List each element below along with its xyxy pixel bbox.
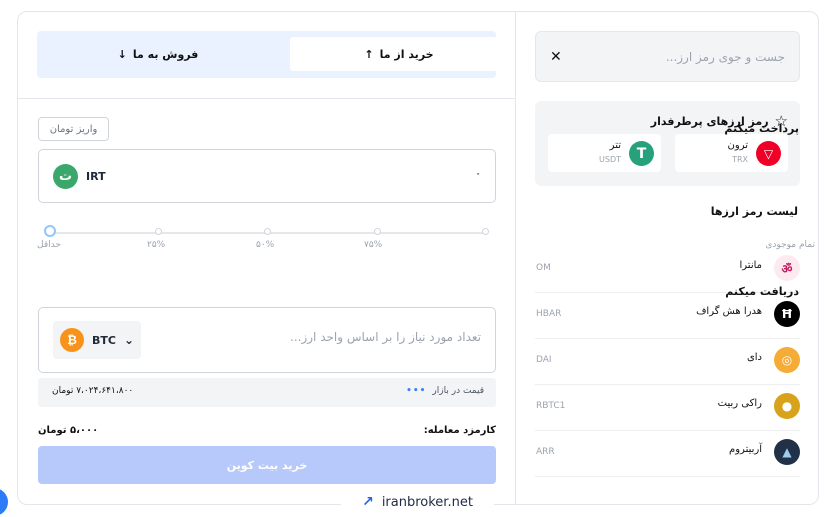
slider-handle[interactable] bbox=[44, 225, 56, 237]
arrow-down-icon: ↓ bbox=[117, 47, 127, 61]
arbitrum-icon: ▲ bbox=[774, 439, 800, 465]
search-input[interactable] bbox=[585, 49, 785, 64]
receive-amount-field[interactable]: تعداد مورد نیاز را بر اساس واحد ارز... ₿… bbox=[38, 307, 496, 373]
tether-icon: T bbox=[629, 141, 654, 166]
slider-step[interactable] bbox=[482, 228, 489, 235]
buy-bitcoin-button[interactable]: خرید بیت کوین bbox=[38, 446, 496, 484]
watermark: ↗ iranbroker.net bbox=[341, 487, 494, 517]
bitcoin-icon: ₿ bbox=[59, 328, 84, 352]
receive-label: دریافت میکنم bbox=[725, 285, 799, 298]
fee-value: ۵،۰۰۰ تومان bbox=[38, 425, 99, 436]
slider-label-50: ۵۰% bbox=[256, 240, 275, 250]
coin-list-item[interactable]: ▲ آربیتروم ARR bbox=[535, 431, 800, 477]
coin-name: ترون bbox=[727, 140, 748, 151]
coin-name: راکی ربیت bbox=[717, 398, 762, 409]
more-icon: ••• bbox=[406, 386, 427, 396]
coin-list-item[interactable]: Ħ هدرا هش گراف HBAR bbox=[535, 293, 800, 339]
coin-name: مانترا bbox=[739, 260, 763, 271]
market-price-value: ۷،۰۲۴،۶۴۱،۸۰۰ تومان bbox=[52, 386, 134, 396]
chevron-down-icon: ⌄ bbox=[123, 333, 135, 347]
tab-buy-label: خرید از ما bbox=[379, 47, 434, 61]
pay-label: پرداخت میکنم bbox=[724, 122, 799, 135]
search-box[interactable]: ✕ bbox=[535, 31, 800, 82]
horizontal-divider bbox=[18, 98, 515, 99]
tab-sell-label: فروش به ما bbox=[132, 47, 199, 61]
coin-list-item[interactable]: ● راکی ربیت RBTC1 bbox=[535, 385, 800, 431]
slider-label-75: ۷۵% bbox=[364, 240, 383, 250]
exchange-card: ✕ ☆ رمز ارزهای پرطرفدار ▽ ترون TRX T تتر… bbox=[17, 11, 819, 505]
coin-symbol: USDT bbox=[599, 155, 621, 164]
slider-step[interactable] bbox=[155, 228, 162, 235]
tab-sell[interactable]: فروش به ما ↓ bbox=[49, 37, 267, 71]
receive-currency-code: BTC bbox=[91, 333, 116, 347]
currency-select[interactable]: ₿ BTC ⌄ bbox=[53, 321, 141, 359]
slider-label-all: تمام موجودی bbox=[765, 240, 815, 250]
popular-item-tether[interactable]: T تتر USDT bbox=[548, 134, 661, 172]
support-chat-button[interactable] bbox=[0, 488, 8, 516]
slider-step[interactable] bbox=[264, 228, 271, 235]
coin-name: دای bbox=[746, 352, 762, 363]
pay-amount-value: ۰ bbox=[475, 167, 481, 180]
pay-currency: ت IRT bbox=[53, 164, 106, 189]
hedera-icon: Ħ bbox=[774, 301, 800, 327]
receive-placeholder: تعداد مورد نیاز را بر اساس واحد ارز... bbox=[290, 330, 481, 344]
slider-step[interactable] bbox=[374, 228, 381, 235]
popular-coins: ☆ رمز ارزهای پرطرفدار ▽ ترون TRX T تتر U… bbox=[535, 101, 800, 186]
coin-list-item[interactable]: ◎ دای DAI bbox=[535, 339, 800, 385]
coin-symbol: OM bbox=[536, 263, 551, 273]
close-icon[interactable]: ✕ bbox=[550, 49, 562, 65]
trend-icon: ↗ bbox=[362, 494, 374, 510]
trade-tabs: خرید از ما ↑ فروش به ما ↓ bbox=[37, 31, 508, 78]
pay-currency-code: IRT bbox=[86, 170, 106, 183]
dai-icon: ◎ bbox=[774, 347, 800, 373]
market-price-label: قیمت در بازار ••• bbox=[406, 386, 484, 396]
coin-list-title: لیست رمز ارزها bbox=[710, 205, 798, 218]
market-price-label-text: قیمت در بازار bbox=[432, 386, 484, 396]
slider-label-25: ۲۵% bbox=[147, 240, 166, 250]
tab-buy[interactable]: خرید از ما ↑ bbox=[290, 37, 508, 71]
arrow-up-icon: ↑ bbox=[364, 47, 374, 61]
pay-amount-field[interactable]: ت IRT ۰ bbox=[38, 149, 496, 203]
deposit-toman-button[interactable]: واریز تومان bbox=[38, 117, 109, 141]
watermark-text: iranbroker.net bbox=[381, 494, 473, 510]
coin-name: تتر bbox=[609, 140, 621, 151]
coin-name: هدرا هش گراف bbox=[696, 306, 762, 317]
coin-symbol: RBTC1 bbox=[536, 401, 566, 411]
coin-symbol: HBAR bbox=[536, 309, 562, 319]
coin-name: آربیتروم bbox=[729, 444, 762, 455]
slider-label-min: حداقل bbox=[37, 240, 61, 250]
coin-symbol: DAI bbox=[536, 355, 552, 365]
tron-icon: ▽ bbox=[756, 141, 781, 166]
mantra-icon: ॐ bbox=[774, 255, 800, 281]
market-price-row: قیمت در بازار ••• ۷،۰۲۴،۶۴۱،۸۰۰ تومان bbox=[38, 378, 496, 407]
coin-symbol: TRX bbox=[732, 155, 748, 164]
toman-icon: ت bbox=[53, 164, 78, 189]
popular-item-tron[interactable]: ▽ ترون TRX bbox=[675, 134, 788, 172]
fee-label: کارمزد معامله: bbox=[423, 425, 496, 436]
coin-symbol: ARR bbox=[536, 447, 555, 457]
vertical-divider bbox=[515, 12, 516, 504]
rocky-rabbit-icon: ● bbox=[774, 393, 800, 419]
